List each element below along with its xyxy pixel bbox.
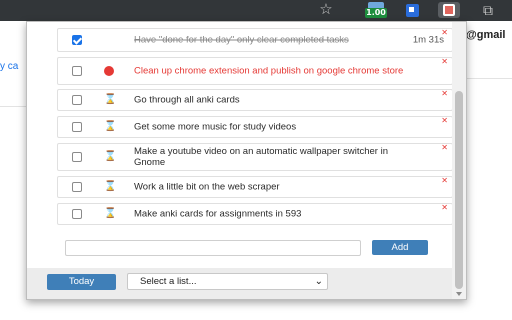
task-checkbox[interactable] [72,35,82,45]
task-checkbox[interactable] [72,182,82,192]
page-link-fragment[interactable]: y ca [0,61,18,72]
task-item: ⌛ Work a little bit on the web scraper ✕ [57,176,453,198]
delete-x-icon[interactable]: ✕ [441,204,448,212]
delete-x-icon[interactable]: ✕ [441,144,448,152]
task-checkbox[interactable] [72,122,82,132]
task-checkbox[interactable] [72,152,82,162]
delete-x-icon[interactable]: ✕ [441,90,448,98]
hourglass-icon: ⌛ [104,151,117,162]
hourglass-icon: ⌛ [104,121,117,132]
red-dot-icon [104,66,114,76]
task-item: Clean up chrome extension and publish on… [57,57,453,85]
delete-x-icon[interactable]: ✕ [441,177,448,185]
extension-blue-icon[interactable] [404,2,420,18]
hourglass-icon: ⌛ [104,94,117,105]
delete-x-icon[interactable]: ✕ [441,117,448,125]
scroll-down-arrow-icon[interactable] [456,292,462,296]
task-item: Have "done for the day" only clear compl… [57,28,453,52]
task-item: ⌛ Go through all anki cards ✕ [57,89,453,111]
task-text: Make a youtube video on an automatic wal… [134,146,389,168]
extension-badge: 1.00 [365,8,387,18]
task-timer: 1m 31s [412,34,444,46]
task-checkbox[interactable] [72,66,82,76]
task-checkbox[interactable] [72,95,82,105]
page-divider [0,106,26,107]
task-text: Go through all anki cards [134,94,240,106]
bookmark-star-icon[interactable]: ☆ [318,2,334,18]
extension-timer-icon[interactable]: 1.00 [365,2,387,18]
todo-extension-icon[interactable] [438,2,460,18]
task-item: ⌛ Make a youtube video on an automatic w… [57,143,453,171]
task-checkbox[interactable] [72,209,82,219]
delete-x-icon[interactable]: ✕ [441,29,448,37]
list-select[interactable]: Select a list... ⌄ [127,273,328,290]
task-list: Have "done for the day" only clear compl… [33,22,453,267]
page-divider-right [466,78,512,79]
chevron-down-icon: ⌄ [314,276,323,287]
new-task-input[interactable] [65,240,361,256]
browser-toolbar: ☆ 1.00 ⧉ [0,0,512,21]
todo-popup: Have "done for the day" only clear compl… [26,21,467,300]
task-text: Get some more music for study videos [134,121,297,133]
task-text: Clean up chrome extension and publish on… [134,65,404,77]
popup-footer: Today Select a list... ⌄ [27,268,453,299]
hourglass-icon: ⌛ [104,181,117,192]
today-button[interactable]: Today [47,274,116,290]
task-item: ⌛ Get some more music for study videos ✕ [57,116,453,138]
list-select-value: Select a list... [140,276,197,287]
page-account-fragment: @gmail [466,29,506,41]
task-text: Have "done for the day" only clear compl… [134,34,349,46]
hourglass-icon: ⌛ [104,208,117,219]
add-task-button[interactable]: Add [372,240,428,255]
delete-x-icon[interactable]: ✕ [441,58,448,66]
extensions-puzzle-icon[interactable]: ⧉ [480,2,496,18]
scrollbar-thumb[interactable] [455,91,463,289]
task-text: Work a little bit on the web scraper [134,181,280,193]
popup-scrollbar[interactable] [452,22,466,299]
task-text: Make anki cards for assignments in 593 [134,208,302,220]
task-item: ⌛ Make anki cards for assignments in 593… [57,203,453,225]
